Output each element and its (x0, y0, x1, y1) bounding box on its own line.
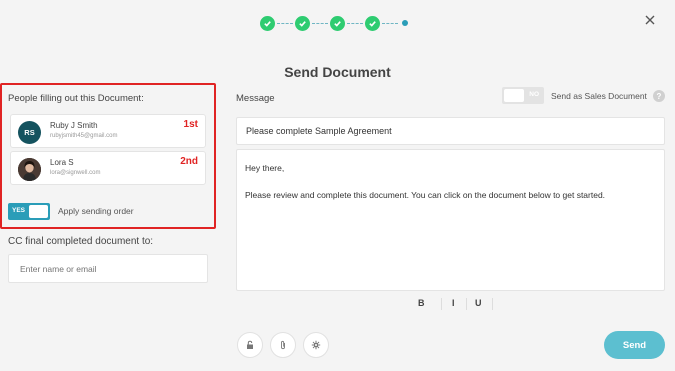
step-2-complete-icon (295, 15, 310, 31)
message-label: Message (236, 93, 275, 104)
step-3-complete-icon (330, 15, 345, 31)
cc-email-input[interactable] (8, 254, 208, 283)
dialog-title: Send Document (284, 64, 391, 80)
format-divider (441, 298, 442, 310)
format-divider (466, 298, 467, 310)
toggle-knob (29, 205, 48, 218)
step-5-current-dot (402, 20, 408, 26)
lock-button[interactable] (237, 332, 263, 358)
sales-document-toggle[interactable]: NO (502, 87, 544, 104)
send-button[interactable]: Send (604, 331, 665, 359)
signer-card[interactable]: RS Ruby J Smith rubyjsmith45@gmail.com 1… (10, 114, 206, 148)
format-divider (492, 298, 493, 310)
progress-stepper (260, 15, 408, 31)
avatar: RS (18, 121, 41, 144)
gear-icon (311, 340, 321, 350)
underline-button[interactable]: U (475, 298, 482, 308)
toggle-knob (504, 89, 524, 102)
toggle-state: NO (529, 91, 539, 98)
toggle-state: YES (12, 207, 26, 214)
step-1-complete-icon (260, 15, 275, 31)
step-connector (277, 22, 293, 24)
cc-label: CC final completed document to: (8, 236, 154, 247)
help-icon[interactable]: ? (653, 90, 665, 102)
signer-card[interactable]: Lora S lora@signwell.com 2nd (10, 151, 206, 185)
signer-email: lora@signwell.com (50, 170, 101, 176)
signer-name: Ruby J Smith (50, 121, 98, 130)
message-subject-input[interactable]: Please complete Sample Agreement (236, 117, 665, 145)
italic-button[interactable]: I (452, 298, 455, 308)
sending-order-toggle[interactable]: YES (8, 203, 50, 220)
paperclip-icon (281, 340, 285, 350)
step-connector (382, 22, 398, 24)
step-4-complete-icon (365, 15, 380, 31)
lock-icon (247, 340, 253, 349)
attach-button[interactable] (270, 332, 296, 358)
message-body-line: Please review and complete this document… (245, 190, 606, 200)
signer-email: rubyjsmith45@gmail.com (50, 133, 118, 139)
signer-name: Lora S (50, 158, 74, 167)
signer-order-label: 2nd (180, 156, 198, 167)
message-body-line: Hey there, (245, 163, 285, 173)
sending-order-label: Apply sending order (58, 206, 134, 216)
step-connector (347, 22, 363, 24)
people-section-label: People filling out this Document: (8, 93, 144, 104)
message-body-editor[interactable]: Hey there, Please review and complete th… (236, 149, 665, 291)
step-connector (312, 22, 328, 24)
avatar (18, 158, 41, 181)
settings-button[interactable] (303, 332, 329, 358)
signer-order-label: 1st (183, 119, 198, 130)
close-icon[interactable] (643, 13, 657, 27)
bold-button[interactable]: B (418, 298, 425, 308)
sales-document-label: Send as Sales Document (551, 91, 647, 101)
